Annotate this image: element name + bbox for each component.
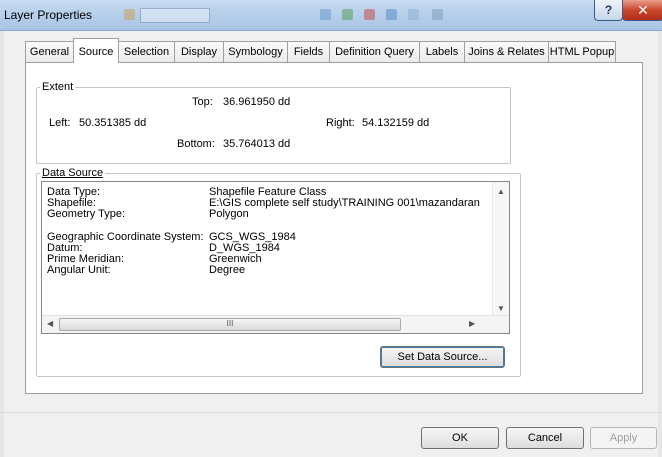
extent-left-label: Left: [49, 117, 71, 129]
scroll-down-arrow-icon[interactable]: ▼ [497, 304, 505, 313]
tab-display[interactable]: Display [174, 41, 224, 62]
info-label: Geometry Type: [47, 208, 126, 220]
info-value: E:\GIS complete self study\TRAINING 001\… [209, 197, 480, 209]
scroll-right-arrow-icon[interactable]: ▶ [469, 319, 475, 328]
close-button[interactable]: ✕ [622, 0, 662, 21]
tab-definition-query[interactable]: Definition Query [329, 41, 420, 62]
tab-fields[interactable]: Fields [287, 41, 330, 62]
ghost-icon [408, 9, 419, 20]
tab-html-popup[interactable]: HTML Popup [548, 41, 616, 62]
tab-labels[interactable]: Labels [419, 41, 465, 62]
tab-source[interactable]: Source [73, 38, 119, 63]
scroll-left-arrow-icon[interactable]: ◀ [47, 319, 53, 328]
ghost-icon [320, 9, 331, 20]
extent-top-value: 36.961950 dd [223, 96, 291, 108]
source-tab-panel: Extent Top: 36.961950 dd Left: 50.351385… [25, 62, 643, 394]
info-value: Polygon [209, 208, 249, 220]
data-source-legend: Data Source [40, 167, 105, 179]
ghost-icon [386, 9, 397, 20]
set-data-source-button[interactable]: Set Data Source... [380, 346, 505, 368]
ghost-combo [140, 8, 210, 23]
tab-symbology[interactable]: Symbology [223, 41, 288, 62]
tab-joins-relates[interactable]: Joins & Relates [464, 41, 549, 62]
apply-button[interactable]: Apply [590, 427, 657, 449]
title-bar[interactable]: Layer Properties ? ✕ [0, 0, 662, 31]
extent-bottom-value: 35.764013 dd [223, 138, 291, 150]
tab-selection[interactable]: Selection [118, 41, 175, 62]
info-value: Degree [209, 264, 246, 276]
scroll-up-arrow-icon[interactable]: ▲ [497, 187, 505, 196]
extent-bottom-label: Bottom: [177, 138, 215, 150]
extent-right-value: 54.132159 dd [362, 117, 430, 129]
ghost-icon [124, 9, 135, 20]
ghost-icon [364, 9, 375, 20]
cancel-button[interactable]: Cancel [506, 427, 584, 449]
close-icon: ✕ [637, 1, 649, 18]
vertical-scrollbar[interactable]: ▲ ▼ [492, 182, 509, 317]
tab-general[interactable]: General [25, 41, 74, 62]
background-toolbar-ghost [120, 6, 465, 24]
horizontal-scrollbar[interactable]: ◀ III ▶ [42, 315, 509, 333]
help-icon: ? [604, 3, 613, 17]
window-title: Layer Properties [4, 8, 93, 22]
footer-separator [0, 412, 662, 413]
window-right-edge [658, 30, 662, 457]
ghost-icon [432, 9, 443, 20]
extent-legend: Extent [42, 81, 74, 93]
help-button[interactable]: ? [594, 0, 623, 21]
data-source-info-box[interactable]: Data Type: Shapefile Feature Class Shape… [41, 181, 510, 334]
data-source-legend-text: Data Source [42, 167, 104, 179]
window-left-edge [0, 30, 4, 457]
extent-top-label: Top: [192, 96, 213, 108]
horizontal-scroll-thumb[interactable]: III [59, 318, 401, 331]
ghost-icon [342, 9, 353, 20]
extent-right-label: Right: [326, 117, 355, 129]
extent-left-value: 50.351385 dd [79, 117, 147, 129]
info-label: Angular Unit: [47, 264, 111, 276]
ok-button[interactable]: OK [421, 427, 499, 449]
